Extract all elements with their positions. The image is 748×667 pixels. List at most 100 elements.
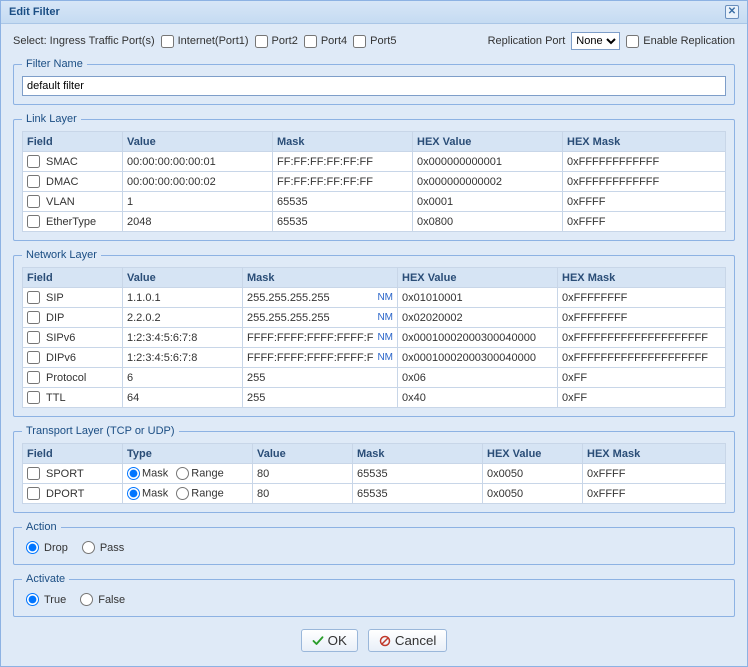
mask-cell[interactable]: 255.255.255.255NM	[243, 288, 398, 308]
col-hexmask: HEX Mask	[558, 268, 726, 288]
table-row: SPORTMaskRange80655350x00500xFFFF	[23, 464, 726, 484]
value-cell[interactable]: 1:2:3:4:5:6:7:8	[123, 328, 243, 348]
type-range[interactable]: Range	[176, 467, 223, 480]
activate-true[interactable]: True	[26, 593, 66, 606]
activate-false-radio[interactable]	[80, 593, 93, 606]
transport-layer-legend: Transport Layer (TCP or UDP)	[22, 425, 179, 437]
hexvalue-cell: 0x40	[398, 388, 558, 408]
row-checkbox[interactable]	[27, 371, 40, 384]
value-cell[interactable]: 1:2:3:4:5:6:7:8	[123, 348, 243, 368]
col-mask: Mask	[273, 132, 413, 152]
ingress-port-4-checkbox[interactable]	[304, 35, 317, 48]
action-pass-radio[interactable]	[82, 541, 95, 554]
ingress-port-5[interactable]: Port5	[353, 35, 396, 48]
row-checkbox[interactable]	[27, 331, 40, 344]
nm-link[interactable]: NM	[373, 312, 393, 323]
row-checkbox[interactable]	[27, 311, 40, 324]
filter-name-input[interactable]	[22, 76, 726, 96]
row-checkbox[interactable]	[27, 175, 40, 188]
mask-cell[interactable]: FFFF:FFFF:FFFF:FFFF:FNM	[243, 348, 398, 368]
hexmask-cell: 0xFF	[558, 368, 726, 388]
mask-cell[interactable]: FF:FF:FF:FF:FF:FF	[273, 172, 413, 192]
row-checkbox[interactable]	[27, 391, 40, 404]
ingress-port-2-checkbox[interactable]	[255, 35, 268, 48]
value-cell[interactable]: 00:00:00:00:00:02	[123, 172, 273, 192]
enable-replication[interactable]: Enable Replication	[626, 35, 735, 48]
mask-cell[interactable]: 65535	[353, 464, 483, 484]
row-checkbox[interactable]	[27, 291, 40, 304]
col-field: Field	[23, 268, 123, 288]
check-icon	[312, 635, 324, 647]
mask-cell[interactable]: 65535	[273, 212, 413, 232]
col-mask: Mask	[243, 268, 398, 288]
close-icon[interactable]: ✕	[725, 5, 739, 19]
hexmask-cell: 0xFFFFFFFF	[558, 308, 726, 328]
table-row: SIP1.1.0.1255.255.255.255NM0x010100010xF…	[23, 288, 726, 308]
value-cell[interactable]: 2048	[123, 212, 273, 232]
field-label: SMAC	[46, 156, 78, 168]
row-checkbox[interactable]	[27, 215, 40, 228]
network-layer-table: Field Value Mask HEX Value HEX Mask SIP1…	[22, 267, 726, 408]
row-checkbox[interactable]	[27, 351, 40, 364]
nm-link[interactable]: NM	[373, 352, 393, 363]
col-field: Field	[23, 444, 123, 464]
hexmask-cell: 0xFFFF	[563, 212, 726, 232]
mask-cell[interactable]: FF:FF:FF:FF:FF:FF	[273, 152, 413, 172]
mask-cell[interactable]: FFFF:FFFF:FFFF:FFFF:FNM	[243, 328, 398, 348]
network-layer-fieldset: Network Layer Field Value Mask HEX Value…	[13, 249, 735, 417]
ok-button[interactable]: OK	[301, 629, 358, 652]
row-checkbox[interactable]	[27, 195, 40, 208]
value-cell[interactable]: 2.2.0.2	[123, 308, 243, 328]
value-cell[interactable]: 1	[123, 192, 273, 212]
type-mask-radio[interactable]	[127, 467, 140, 480]
value-cell[interactable]: 80	[253, 464, 353, 484]
hexmask-cell: 0xFFFF	[583, 484, 726, 504]
mask-cell[interactable]: 65535	[353, 484, 483, 504]
row-checkbox[interactable]	[27, 487, 40, 500]
value-cell[interactable]: 80	[253, 484, 353, 504]
col-hexvalue: HEX Value	[483, 444, 583, 464]
col-mask: Mask	[353, 444, 483, 464]
field-label: Protocol	[46, 372, 86, 384]
type-mask[interactable]: Mask	[127, 467, 168, 480]
row-checkbox[interactable]	[27, 467, 40, 480]
ingress-port-5-checkbox[interactable]	[353, 35, 366, 48]
type-range-radio[interactable]	[176, 467, 189, 480]
row-checkbox[interactable]	[27, 155, 40, 168]
type-mask[interactable]: Mask	[127, 487, 168, 500]
field-label: DPORT	[46, 488, 84, 500]
action-drop[interactable]: Drop	[26, 541, 68, 554]
nm-link[interactable]: NM	[373, 292, 393, 303]
replication-port-select[interactable]: None	[571, 32, 620, 50]
ingress-port-internet[interactable]: Internet(Port1)	[161, 35, 249, 48]
link-layer-table: Field Value Mask HEX Value HEX Mask SMAC…	[22, 131, 726, 232]
mask-cell[interactable]: 255	[243, 368, 398, 388]
table-row: SIPv61:2:3:4:5:6:7:8FFFF:FFFF:FFFF:FFFF:…	[23, 328, 726, 348]
ingress-port-internet-checkbox[interactable]	[161, 35, 174, 48]
field-label: SPORT	[46, 468, 84, 480]
mask-cell[interactable]: 255	[243, 388, 398, 408]
filter-name-legend: Filter Name	[22, 58, 87, 70]
value-cell[interactable]: 64	[123, 388, 243, 408]
enable-replication-checkbox[interactable]	[626, 35, 639, 48]
type-range-radio[interactable]	[176, 487, 189, 500]
action-pass[interactable]: Pass	[82, 541, 124, 554]
type-range[interactable]: Range	[176, 487, 223, 500]
action-drop-radio[interactable]	[26, 541, 39, 554]
col-field: Field	[23, 132, 123, 152]
mask-cell[interactable]: 65535	[273, 192, 413, 212]
activate-false[interactable]: False	[80, 593, 125, 606]
ingress-port-2[interactable]: Port2	[255, 35, 298, 48]
type-mask-radio[interactable]	[127, 487, 140, 500]
cancel-button[interactable]: Cancel	[368, 629, 448, 652]
activate-true-radio[interactable]	[26, 593, 39, 606]
value-cell[interactable]: 00:00:00:00:00:01	[123, 152, 273, 172]
ingress-port-4[interactable]: Port4	[304, 35, 347, 48]
ingress-label: Select: Ingress Traffic Port(s)	[13, 35, 155, 47]
nm-link[interactable]: NM	[373, 332, 393, 343]
value-cell[interactable]: 6	[123, 368, 243, 388]
hexmask-cell: 0xFFFF	[563, 192, 726, 212]
value-cell[interactable]: 1.1.0.1	[123, 288, 243, 308]
mask-cell[interactable]: 255.255.255.255NM	[243, 308, 398, 328]
table-row: Protocol62550x060xFF	[23, 368, 726, 388]
